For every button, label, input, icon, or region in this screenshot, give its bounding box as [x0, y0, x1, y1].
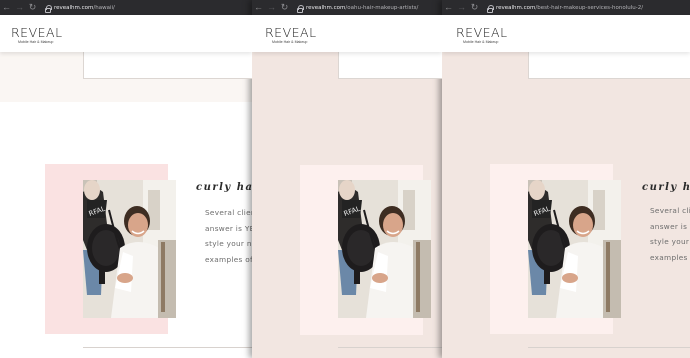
paragraph-line: style your n [650, 237, 690, 246]
section-paragraph: Several cli answer is Y style your n exa… [650, 203, 690, 265]
site-tagline: Mobile Hair & Makeup [18, 40, 54, 44]
bride-photo-image: RFAL [83, 180, 176, 318]
paragraph-line: style your na [205, 239, 252, 248]
arrow-left-icon[interactable]: ← [0, 0, 13, 15]
browser-toolbar: ← → ↻ revealhm.com/hawaii/ [0, 0, 252, 15]
section-title: curly ha [642, 182, 690, 193]
bride-photo: RFAL [83, 180, 176, 318]
arrow-right-icon[interactable]: → [13, 0, 26, 15]
section-divider [83, 347, 252, 348]
bride-photo-image: RFAL [528, 180, 621, 318]
url-host: revealhm.com [496, 4, 536, 11]
section-title: curly hai [196, 182, 252, 193]
site-logo[interactable]: REVEAL [11, 25, 63, 40]
url-host: revealhm.com [306, 4, 346, 11]
url-host: revealhm.com [54, 4, 94, 11]
browser-toolbar: ← → ↻ revealhm.com/best-hair-makeup-serv… [442, 0, 690, 15]
url-path: /hawaii/ [93, 4, 115, 11]
paragraph-line: examples o [650, 252, 690, 262]
site-header: REVEAL Mobile Hair & Makeup [442, 15, 690, 52]
arrow-right-icon[interactable]: → [265, 0, 278, 15]
address-bar[interactable]: revealhm.com/best-hair-makeup-services-h… [496, 5, 643, 11]
paragraph-line: Several clien [205, 208, 252, 217]
browser-toolbar: ← → ↻ revealhm.com/oahu-hair-makeup-arti… [252, 0, 442, 15]
site-tagline: Mobile Hair & Makeup [272, 40, 308, 44]
browser-window-oahu: ← → ↻ revealhm.com/oahu-hair-makeup-arti… [252, 0, 442, 358]
bride-photo-image: RFAL [338, 180, 431, 318]
site-tagline: Mobile Hair & Makeup [463, 40, 499, 44]
arrow-left-icon[interactable]: ← [252, 0, 265, 15]
site-header: REVEAL Mobile Hair & Makeup [0, 15, 252, 52]
section-divider [528, 347, 690, 348]
site-header: REVEAL Mobile Hair & Makeup [252, 15, 442, 52]
address-bar[interactable]: revealhm.com/hawaii/ [54, 5, 115, 11]
bride-photo: RFAL [338, 180, 431, 318]
section-paragraph: Several clien answer is YE style your na… [205, 205, 252, 267]
bride-photo: RFAL [528, 180, 621, 318]
site-logo[interactable]: REVEAL [265, 25, 317, 40]
lock-icon [487, 4, 494, 13]
reload-icon[interactable]: ↻ [468, 0, 481, 15]
lock-icon [297, 4, 304, 13]
arrow-left-icon[interactable]: ← [442, 0, 455, 15]
reload-icon[interactable]: ↻ [278, 0, 291, 15]
paragraph-line: examples of [205, 254, 252, 264]
lock-icon [45, 4, 52, 13]
url-path: /oahu-hair-makeup-artists/ [345, 4, 419, 11]
section-divider [338, 347, 442, 348]
browser-window-hawaii: ← → ↻ revealhm.com/hawaii/ REVEAL Mobile… [0, 0, 252, 358]
paragraph-line: Several cli [650, 206, 690, 215]
arrow-right-icon[interactable]: → [455, 0, 468, 15]
reload-icon[interactable]: ↻ [26, 0, 39, 15]
address-bar[interactable]: revealhm.com/oahu-hair-makeup-artists/ [306, 5, 418, 11]
url-path: /best-hair-makeup-services-honolulu-2/ [535, 4, 644, 11]
paragraph-line: answer is Y [650, 221, 690, 231]
paragraph-line: answer is YE [205, 223, 252, 233]
site-logo[interactable]: REVEAL [456, 25, 508, 40]
browser-window-honolulu: ← → ↻ revealhm.com/best-hair-makeup-serv… [442, 0, 690, 358]
